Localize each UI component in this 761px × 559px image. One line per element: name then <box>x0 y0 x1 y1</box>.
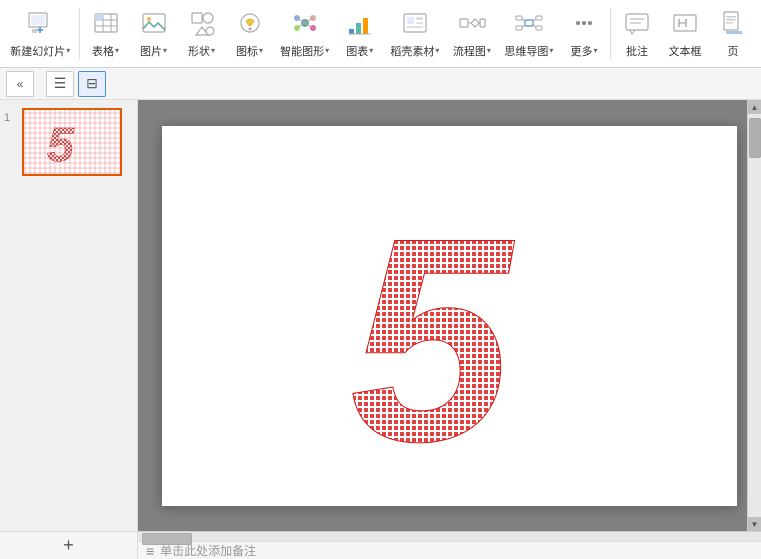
scroll-track[interactable] <box>748 114 761 517</box>
list-view-btn[interactable]: ☰ <box>46 71 74 97</box>
textbox-icon <box>671 9 699 41</box>
note-bar[interactable]: ≡ 单击此处添加备注 <box>138 541 761 559</box>
more-label: 更多 ▾ <box>571 43 598 59</box>
toolbar-chart[interactable]: 图表 ▾ <box>336 0 384 67</box>
toolbar-textbox[interactable]: 文本框 <box>661 0 709 67</box>
icon-label: 图标 ▾ <box>236 43 263 59</box>
flow-icon <box>458 9 486 41</box>
shape-label: 形状 ▾ <box>188 43 215 59</box>
collapse-panel-btn[interactable]: « <box>6 71 34 97</box>
flow-label: 流程图 ▾ <box>453 43 491 59</box>
mind-icon <box>515 9 543 41</box>
canvas-area: 5 5 ▲ ▼ <box>138 100 761 531</box>
h-scroll-thumb[interactable] <box>142 533 192 545</box>
comment-label: 批注 <box>626 43 648 59</box>
toolbar-new-slide[interactable]: 新建幻灯片 ▾ <box>4 0 77 67</box>
toolbar-shape[interactable]: 形状 ▾ <box>178 0 226 67</box>
add-slide-area: + <box>0 531 138 559</box>
scroll-up-btn[interactable]: ▲ <box>748 100 761 114</box>
page-label: 页 <box>727 43 738 59</box>
scroll-down-btn[interactable]: ▼ <box>748 517 761 531</box>
smart-icon <box>291 9 319 41</box>
icon-icon <box>236 9 264 41</box>
right-scrollbar: ▲ ▼ <box>747 100 761 531</box>
toolbar-more[interactable]: 更多 ▾ <box>560 0 608 67</box>
textbox-label: 文本框 <box>668 43 701 59</box>
main-area: 1 5 5 <box>0 100 761 531</box>
toolbar-page[interactable]: 页 <box>709 0 757 67</box>
bottom-area: + ≡ 单击此处添加备注 <box>0 531 761 559</box>
chart-icon <box>346 9 374 41</box>
toolbar-icon[interactable]: 图标 ▾ <box>226 0 274 67</box>
toolbar-comment[interactable]: 批注 <box>613 0 661 67</box>
divider-2 <box>610 8 611 59</box>
image-label: 图片 ▾ <box>140 43 167 59</box>
main-character-svg: 5 5 <box>340 168 560 463</box>
slide-thumb-row: 1 5 5 <box>4 108 133 176</box>
toolbar-smart[interactable]: 智能图形 ▾ <box>274 0 336 67</box>
scroll-thumb[interactable] <box>749 118 761 158</box>
slide-number: 1 <box>4 108 18 124</box>
grid-view-btn[interactable]: ⊟ <box>78 71 106 97</box>
image-icon <box>140 9 168 41</box>
slide-panel: 1 5 5 <box>0 100 138 531</box>
smart-label: 智能图形 ▾ <box>280 43 329 59</box>
toolbar-mind[interactable]: 思维导图 ▾ <box>498 0 560 67</box>
slide-canvas[interactable]: 5 5 <box>162 126 737 506</box>
slide-thumb-content: 5 5 <box>24 110 120 174</box>
mind-label: 思维导图 ▾ <box>504 43 553 59</box>
stock-icon <box>401 9 429 41</box>
second-bar: « ☰ ⊟ <box>0 68 761 100</box>
slide-thumbnail[interactable]: 5 5 <box>22 108 122 176</box>
more-icon <box>570 9 598 41</box>
divider-1 <box>79 8 80 59</box>
toolbar-stock[interactable]: 稻壳素材 ▾ <box>384 0 446 67</box>
table-icon <box>92 9 120 41</box>
bottom-right: ≡ 单击此处添加备注 <box>138 531 761 559</box>
stock-label: 稻壳素材 ▾ <box>390 43 439 59</box>
toolbar-table[interactable]: 表格 ▾ <box>82 0 130 67</box>
table-label: 表格 ▾ <box>92 43 119 59</box>
add-slide-btn[interactable]: + <box>56 533 82 559</box>
chart-label: 图表 ▾ <box>346 43 373 59</box>
toolbar: 新建幻灯片 ▾ 表格 ▾ <box>0 0 761 68</box>
toolbar-flow[interactable]: 流程图 ▾ <box>446 0 498 67</box>
comment-icon <box>623 9 651 41</box>
page-icon <box>719 9 747 41</box>
shape-icon <box>188 9 216 41</box>
new-slide-icon <box>26 9 54 41</box>
horizontal-scrollbar[interactable] <box>138 531 761 541</box>
toolbar-image[interactable]: 图片 ▾ <box>130 0 178 67</box>
new-slide-label: 新建幻灯片 ▾ <box>10 43 70 59</box>
